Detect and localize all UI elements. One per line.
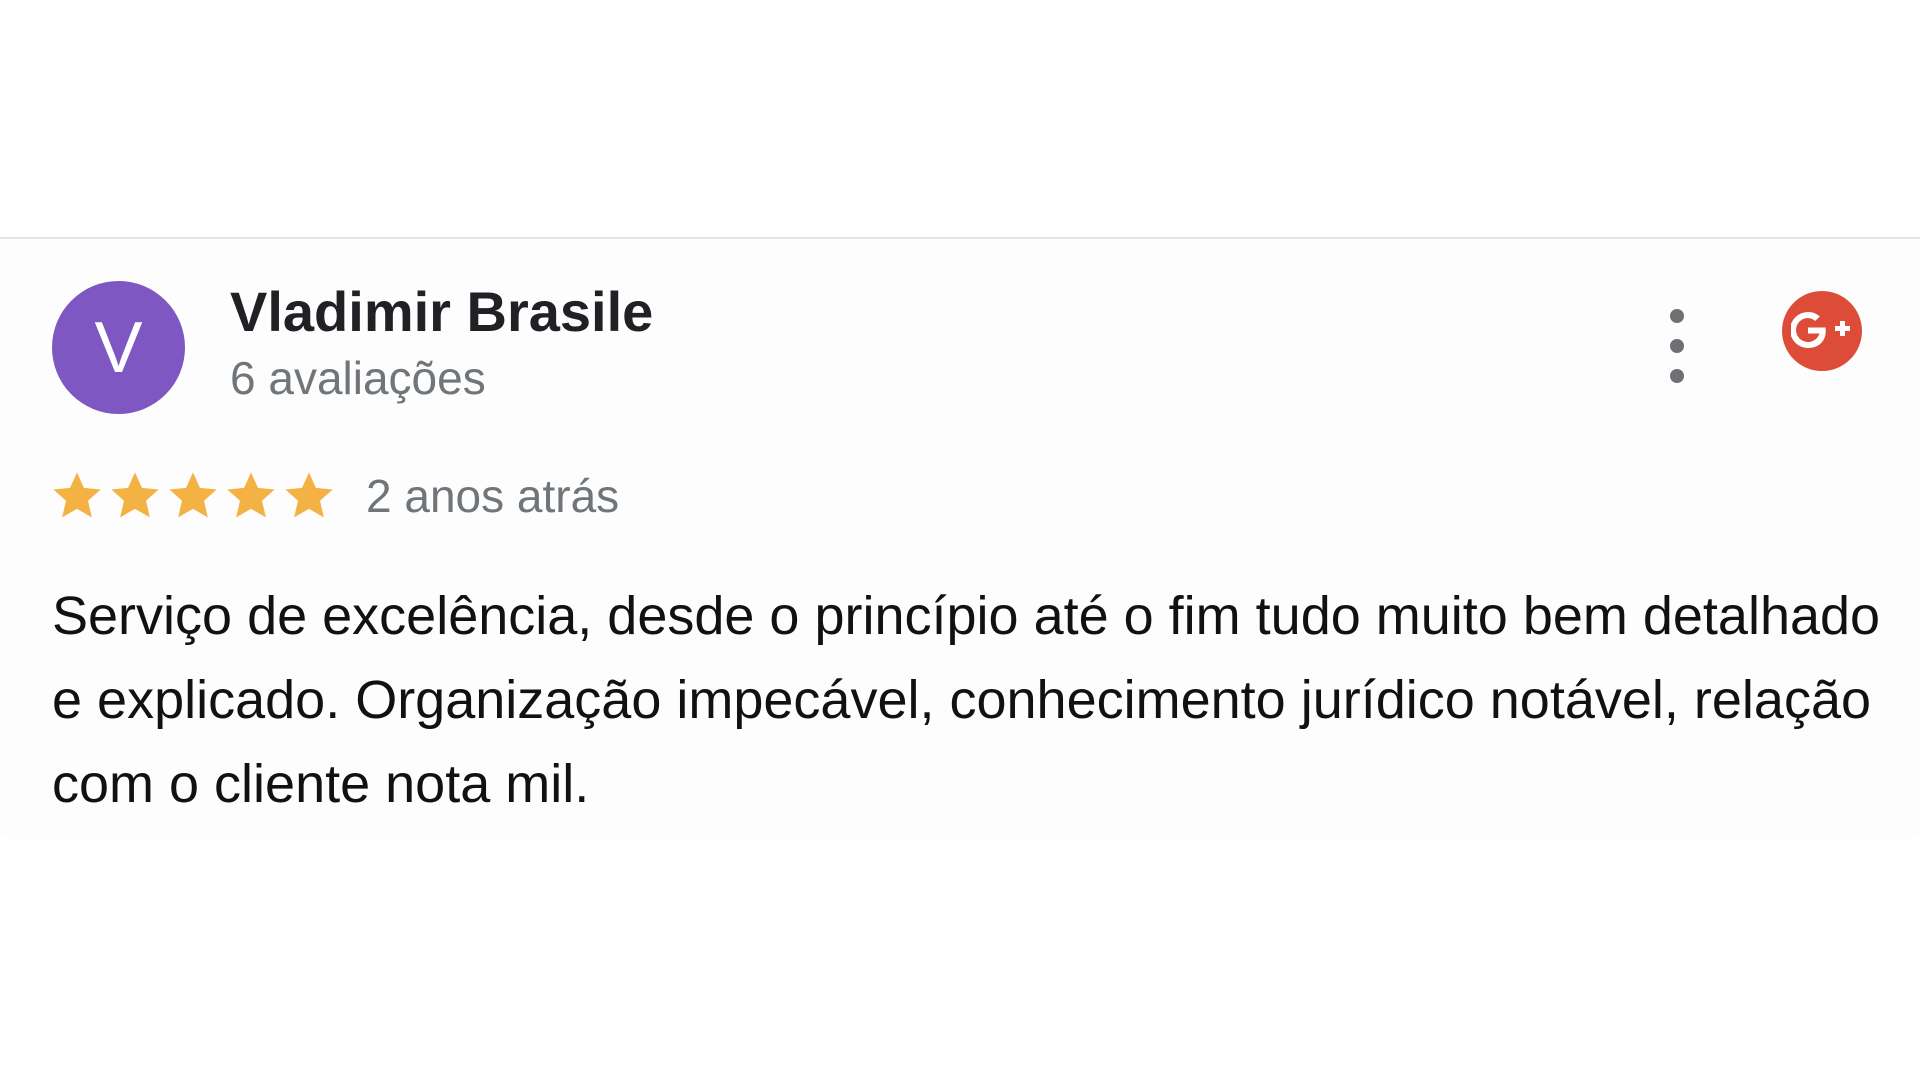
more-vertical-icon-dot [1670, 339, 1684, 353]
more-options-button[interactable] [1662, 309, 1692, 383]
avatar[interactable]: V [52, 281, 185, 414]
google-plus-icon[interactable] [1782, 291, 1862, 371]
review-text: Serviço de excelência, desde o princípio… [52, 586, 1881, 814]
star-icon [227, 472, 275, 518]
star-icon [169, 472, 217, 518]
review-date: 2 anos atrás [366, 470, 620, 522]
reviewer-name[interactable]: Vladimir Brasile [230, 279, 653, 344]
star-icon [53, 472, 101, 518]
review-card: V Vladimir Brasile 6 avaliações 2 anos a… [0, 239, 1920, 839]
google-plus-glyph [1791, 312, 1850, 348]
more-vertical-icon [1670, 309, 1684, 323]
more-vertical-icon-dot [1670, 369, 1684, 383]
review-count: 6 avaliações [230, 352, 486, 404]
star-icon [285, 472, 333, 518]
star-icon [111, 472, 159, 518]
rating-row: 2 anos atrás [50, 464, 619, 528]
star-rating [50, 469, 340, 523]
